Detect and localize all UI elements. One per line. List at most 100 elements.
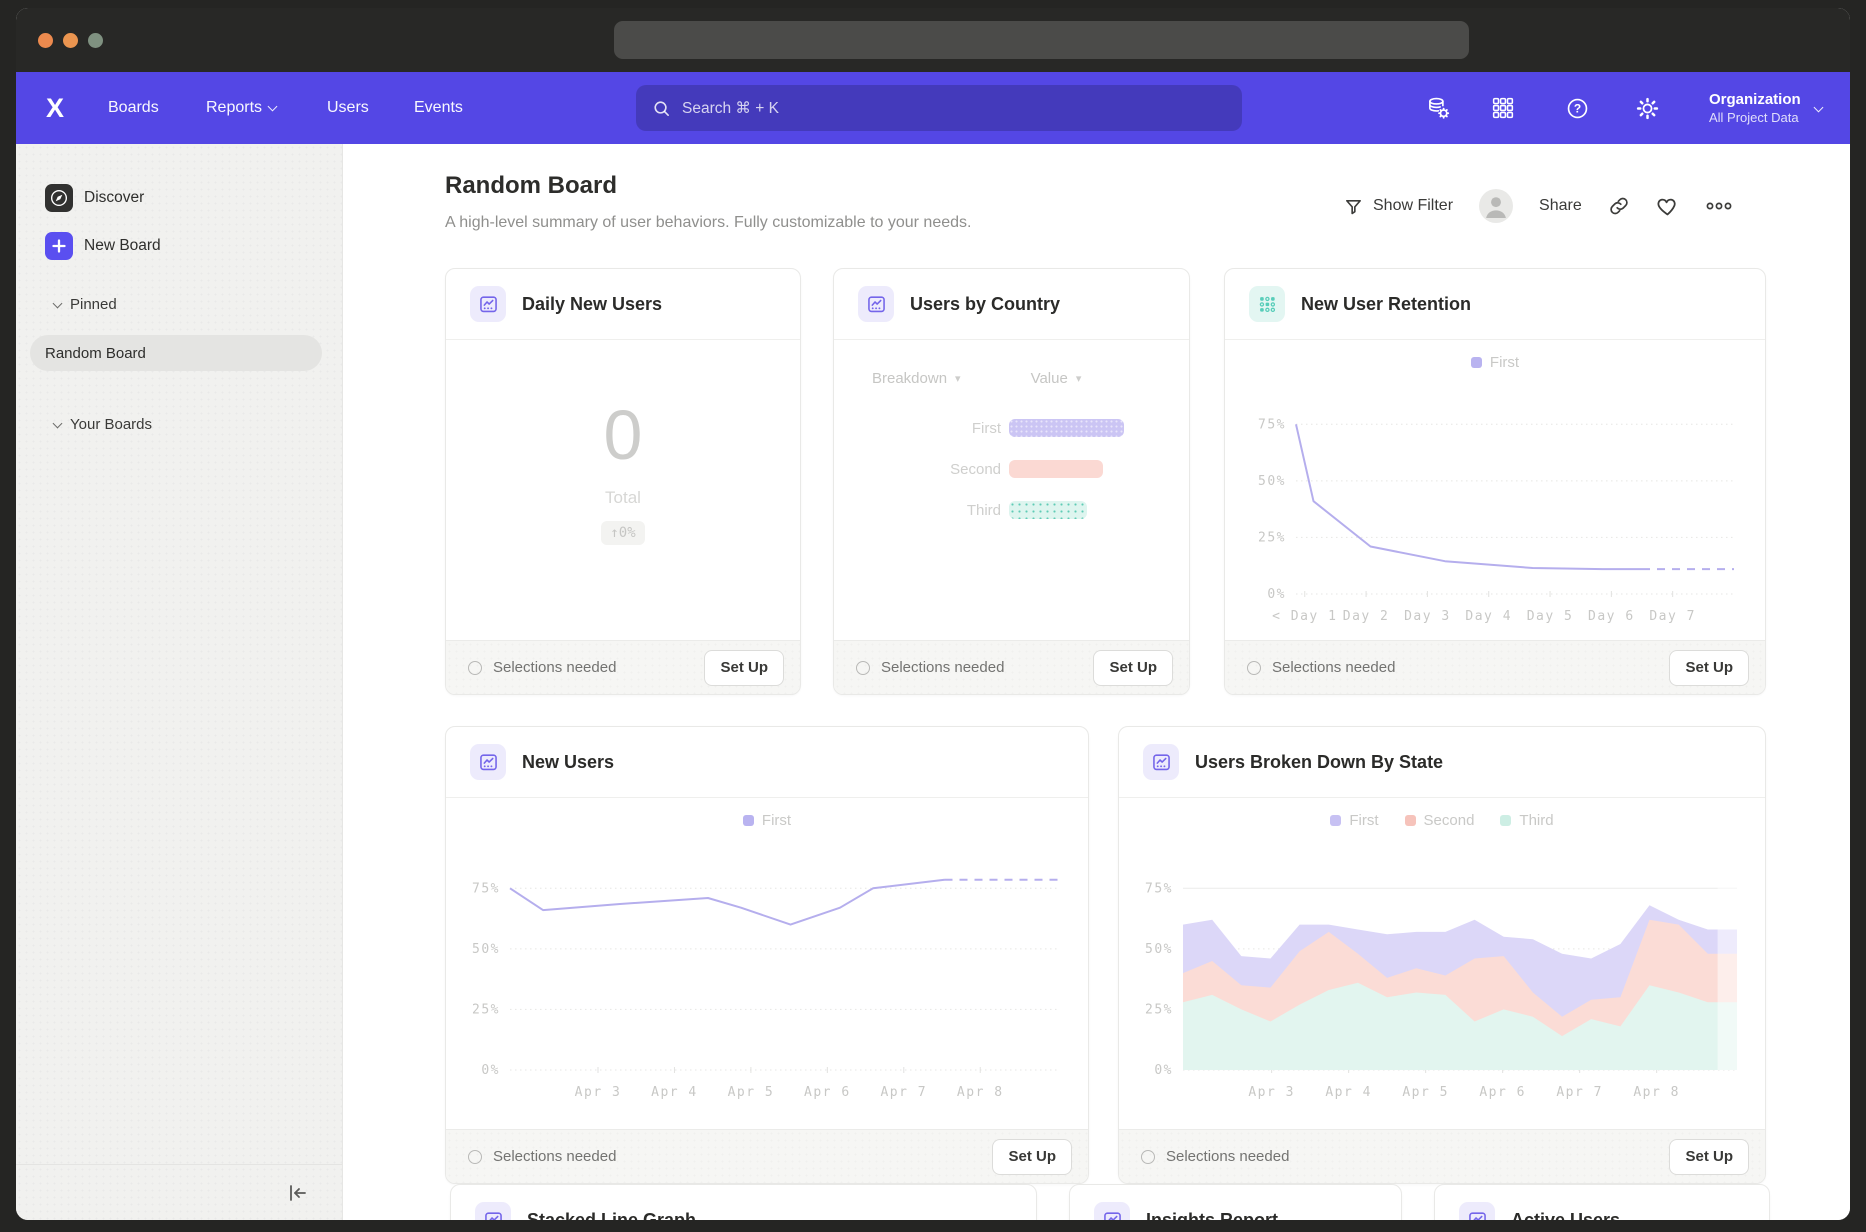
new-users-line-chart: 75%50%25%0%Apr 3Apr 4Apr 5Apr 6Apr 7Apr … bbox=[458, 842, 1074, 1115]
card-body: First 75%50%25%0%< Day 1Day 2Day 3Day 4D… bbox=[1225, 340, 1765, 640]
set-up-button[interactable]: Set Up bbox=[1669, 1139, 1749, 1175]
status-label: Selections needed bbox=[1166, 1148, 1289, 1165]
svg-text:Day 7: Day 7 bbox=[1649, 609, 1696, 624]
copy-link-icon[interactable] bbox=[1608, 195, 1630, 217]
apps-grid-icon[interactable] bbox=[1489, 94, 1517, 122]
favorite-heart-icon[interactable] bbox=[1656, 195, 1679, 218]
card-footer: Selections needed Set Up bbox=[834, 640, 1189, 694]
country-bar bbox=[1009, 501, 1087, 519]
window-close-button[interactable] bbox=[38, 33, 53, 48]
search-input[interactable]: Search ⌘ + K bbox=[636, 85, 1242, 131]
page-subtitle: A high-level summary of user behaviors. … bbox=[445, 214, 971, 232]
svg-text:75%: 75% bbox=[472, 881, 500, 896]
retention-grid-icon bbox=[1249, 286, 1285, 322]
set-up-button[interactable]: Set Up bbox=[1093, 650, 1173, 686]
chevron-down-icon bbox=[53, 418, 63, 428]
insights-chart-icon bbox=[1094, 1202, 1130, 1220]
insights-chart-icon bbox=[1143, 744, 1179, 780]
settings-gear-icon[interactable] bbox=[1633, 94, 1661, 122]
sidebar-item-discover[interactable]: Discover bbox=[45, 184, 144, 212]
window-minimize-button[interactable] bbox=[63, 33, 78, 48]
sidebar-footer bbox=[16, 1164, 342, 1220]
card-title: Stacked Line Graph bbox=[527, 1210, 696, 1221]
country-bar-chart: FirstSecondThird bbox=[834, 418, 1189, 520]
plus-icon bbox=[45, 232, 73, 260]
value-dropdown[interactable]: Value▾ bbox=[1031, 370, 1082, 387]
org-switcher[interactable]: Organization All Project Data bbox=[1709, 72, 1822, 144]
svg-text:50%: 50% bbox=[472, 942, 500, 957]
set-up-button[interactable]: Set Up bbox=[1669, 650, 1749, 686]
legend-item: Third bbox=[1500, 812, 1553, 829]
svg-text:Apr 4: Apr 4 bbox=[651, 1085, 698, 1100]
country-bar-row: First bbox=[834, 418, 1189, 438]
share-button[interactable]: Share bbox=[1539, 197, 1582, 215]
chevron-down-icon bbox=[53, 298, 63, 308]
card-footer: Selections needed Set Up bbox=[1119, 1129, 1765, 1183]
mixpanel-logo[interactable]: X bbox=[46, 72, 64, 144]
svg-text:75%: 75% bbox=[1145, 881, 1173, 896]
legend-item: First bbox=[743, 812, 791, 829]
chart-legend: FirstSecondThird bbox=[1119, 812, 1765, 829]
status-label: Selections needed bbox=[881, 659, 1004, 676]
card-stacked-line-graph: Stacked Line Graph bbox=[450, 1184, 1037, 1220]
window-titlebar bbox=[16, 8, 1850, 72]
board-actions: Show Filter Share bbox=[1343, 188, 1733, 224]
data-management-icon[interactable] bbox=[1424, 94, 1452, 122]
svg-text:Apr 4: Apr 4 bbox=[1325, 1085, 1372, 1100]
caret-down-icon: ▾ bbox=[955, 372, 961, 385]
legend-swatch-icon bbox=[1330, 815, 1341, 826]
filter-funnel-icon bbox=[1343, 196, 1364, 217]
org-name: Organization bbox=[1709, 91, 1801, 108]
sidebar-section-your-boards[interactable]: Your Boards bbox=[54, 416, 152, 433]
sidebar-section-pinned[interactable]: Pinned bbox=[54, 296, 117, 313]
app-window: X Boards Reports Users Events Search ⌘ +… bbox=[16, 8, 1850, 1220]
breakdown-dropdown[interactable]: Breakdown▾ bbox=[872, 370, 961, 387]
main-content: Random Board A high-level summary of use… bbox=[343, 144, 1850, 1220]
svg-text:Apr 3: Apr 3 bbox=[575, 1085, 622, 1100]
sidebar-item-random-board[interactable]: Random Board bbox=[30, 335, 322, 371]
window-zoom-button[interactable] bbox=[88, 33, 103, 48]
sidebar-item-new-board[interactable]: New Board bbox=[45, 232, 161, 260]
svg-text:Apr 5: Apr 5 bbox=[1402, 1085, 1449, 1100]
card-header: Daily New Users bbox=[446, 269, 800, 340]
svg-text:Apr 6: Apr 6 bbox=[1479, 1085, 1526, 1100]
nav-item-reports[interactable]: Reports bbox=[206, 72, 276, 144]
set-up-button[interactable]: Set Up bbox=[992, 1139, 1072, 1175]
card-header: Users by Country bbox=[834, 269, 1189, 340]
svg-text:Day 3: Day 3 bbox=[1404, 609, 1451, 624]
status-label: Selections needed bbox=[493, 1148, 616, 1165]
more-options-icon[interactable] bbox=[1705, 201, 1733, 211]
card-users-by-state: Users Broken Down By State FirstSecondTh… bbox=[1118, 726, 1766, 1184]
help-icon[interactable]: ? bbox=[1563, 94, 1591, 122]
set-up-button[interactable]: Set Up bbox=[704, 650, 784, 686]
legend-item: First bbox=[1471, 354, 1519, 371]
svg-text:25%: 25% bbox=[472, 1002, 500, 1017]
card-active-users: Active Users bbox=[1434, 1184, 1770, 1220]
card-header: New User Retention bbox=[1225, 269, 1765, 340]
show-filter-button[interactable]: Show Filter bbox=[1343, 196, 1453, 217]
country-bar-row: Second bbox=[834, 459, 1189, 479]
country-bar bbox=[1009, 460, 1103, 478]
metric-value: 0 bbox=[604, 400, 643, 470]
legend-swatch-icon bbox=[1500, 815, 1511, 826]
nav-item-events[interactable]: Events bbox=[414, 72, 463, 144]
svg-text:Apr 5: Apr 5 bbox=[728, 1085, 775, 1100]
card-body: First 75%50%25%0%Apr 3Apr 4Apr 5Apr 6Apr… bbox=[446, 798, 1088, 1129]
nav-item-boards[interactable]: Boards bbox=[108, 72, 159, 144]
svg-text:?: ? bbox=[1573, 101, 1580, 115]
svg-text:Day 5: Day 5 bbox=[1527, 609, 1574, 624]
sidebar: Discover New Board Pinned Random Board bbox=[16, 144, 343, 1220]
insights-chart-icon bbox=[858, 286, 894, 322]
collapse-sidebar-icon[interactable] bbox=[284, 1180, 310, 1206]
card-title: Daily New Users bbox=[522, 294, 662, 315]
top-navbar: X Boards Reports Users Events Search ⌘ +… bbox=[16, 72, 1850, 144]
card-footer: Selections needed Set Up bbox=[446, 1129, 1088, 1183]
legend-swatch-icon bbox=[743, 815, 754, 826]
page-title: Random Board bbox=[445, 172, 617, 200]
org-project: All Project Data bbox=[1709, 110, 1801, 125]
nav-item-users[interactable]: Users bbox=[327, 72, 369, 144]
browser-address-bar[interactable] bbox=[614, 21, 1469, 59]
legend-item: Second bbox=[1405, 812, 1475, 829]
avatar[interactable] bbox=[1479, 189, 1513, 223]
card-header: Stacked Line Graph bbox=[451, 1185, 1036, 1220]
